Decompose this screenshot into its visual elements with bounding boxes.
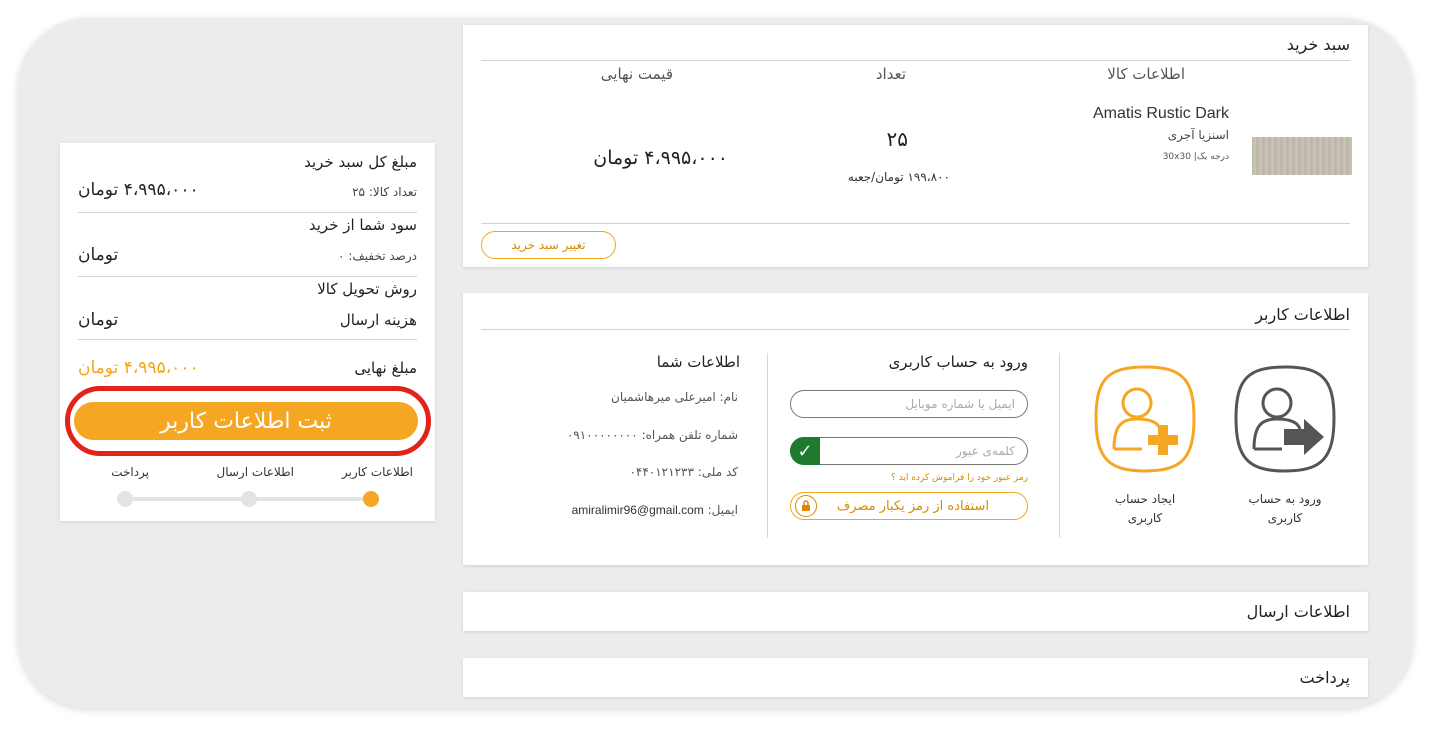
divider (78, 276, 417, 277)
user-email: amiralimir96@gmail.com (571, 503, 704, 517)
login-form-title: ورود به حساب کاربری (888, 353, 1028, 371)
cart-title: سبد خرید (1286, 35, 1350, 54)
col-product: اطلاعات کالا (1107, 65, 1185, 83)
cart-total-label: مبلغ کل سبد خرید (304, 153, 417, 171)
step-dot-payment[interactable] (117, 491, 133, 507)
payment-section[interactable]: پرداخت (463, 658, 1368, 697)
step-label-shipping: اطلاعات ارسال (216, 465, 294, 479)
shipping-cost-label: هزینه ارسال (339, 311, 417, 329)
check-icon: ✓ (790, 437, 820, 465)
create-account-label: ایجاد حساب کاربری (1114, 492, 1176, 525)
final-amount-label: مبلغ نهایی (354, 359, 417, 377)
user-email-row: ایمیل: amiralimir96@gmail.com (571, 503, 738, 517)
col-final-price: قیمت نهایی (600, 65, 673, 83)
shipping-title: اطلاعات ارسال (1246, 602, 1350, 621)
col-qty: تعداد (875, 65, 906, 83)
discount-percent: درصد تخفیف: ۰ (338, 249, 417, 263)
step-label-user-info: اطلاعات کاربر (341, 465, 413, 479)
otp-button[interactable]: استفاده از رمز یکبار مصرف (790, 492, 1028, 520)
create-account-tile[interactable] (1092, 363, 1198, 478)
add-user-icon (1094, 365, 1196, 473)
change-cart-button[interactable]: تغییر سبد خرید (481, 231, 616, 259)
delivery-method-label: روش تحویل کالا (317, 280, 417, 298)
final-amount-value: ۴،۹۹۵،۰۰۰ تومان (78, 358, 199, 378)
unit-price: ۱۹۹،۸۰۰ تومان/جعبه (847, 170, 950, 184)
login-tile-label: ورود به حساب کاربری (1248, 492, 1322, 525)
user-info-title: اطلاعات کاربر (1255, 305, 1350, 324)
login-user-icon (1234, 365, 1336, 473)
divider (767, 353, 768, 538)
divider (481, 223, 1350, 224)
shipping-section[interactable]: اطلاعات ارسال (463, 592, 1368, 631)
user-phone: شماره تلفن همراه: ۰۹۱۰۰۰۰۰۰۰۰ (566, 428, 738, 442)
user-name: نام: امیرعلی میرهاشمیان (611, 390, 738, 404)
shipping-cost-value: تومان (78, 310, 119, 330)
step-label-payment: پرداخت (111, 465, 149, 479)
product-total: ۴،۹۹۵،۰۰۰ تومان (593, 147, 728, 169)
email-input[interactable]: ایمیل یا شماره موبایل (790, 390, 1028, 418)
divider (1059, 353, 1060, 538)
step-dot-user-info[interactable] (363, 491, 379, 507)
divider (78, 339, 417, 340)
cart-total-value: ۴،۹۹۵،۰۰۰ تومان (78, 180, 199, 200)
cart-card: سبد خرید اطلاعات کالا تعداد قیمت نهایی A… (463, 25, 1368, 267)
product-name: Amatis Rustic Dark (1092, 105, 1229, 122)
password-input[interactable]: کلمه‌ی عبور ✓ (790, 437, 1028, 465)
payment-title: پرداخت (1299, 668, 1350, 687)
divider (78, 212, 417, 213)
step-dot-shipping[interactable] (241, 491, 257, 507)
user-national-id: کد ملی: ۰۴۴۰۱۲۱۲۳۳ (629, 465, 738, 479)
user-info-card: اطلاعات کاربر ورود به حساب کاربری ایجاد … (463, 293, 1368, 565)
your-info-title: اطلاعات شما (656, 353, 740, 371)
login-tile[interactable] (1232, 363, 1338, 478)
divider (481, 60, 1350, 61)
product-grade: درجه یک| 30x30 (1162, 152, 1229, 162)
product-image (1252, 137, 1352, 175)
submit-user-info-button[interactable]: ثبت اطلاعات کاربر (74, 402, 418, 440)
product-type: اسنزیا آجری (1167, 128, 1229, 142)
profit-label: سود شما از خرید (308, 216, 417, 234)
order-summary-card: مبلغ کل سبد خرید تعداد کالا: ۲۵ ۴،۹۹۵،۰۰… (60, 143, 435, 521)
lock-icon (795, 495, 817, 517)
forgot-password-link[interactable]: رمز عبور خود را فراموش کرده اید ؟ (891, 473, 1028, 483)
profit-value: تومان (78, 245, 119, 265)
product-qty: ۲۵ (886, 127, 908, 151)
divider (481, 329, 1350, 330)
item-count: تعداد کالا: ۲۵ (352, 185, 417, 199)
